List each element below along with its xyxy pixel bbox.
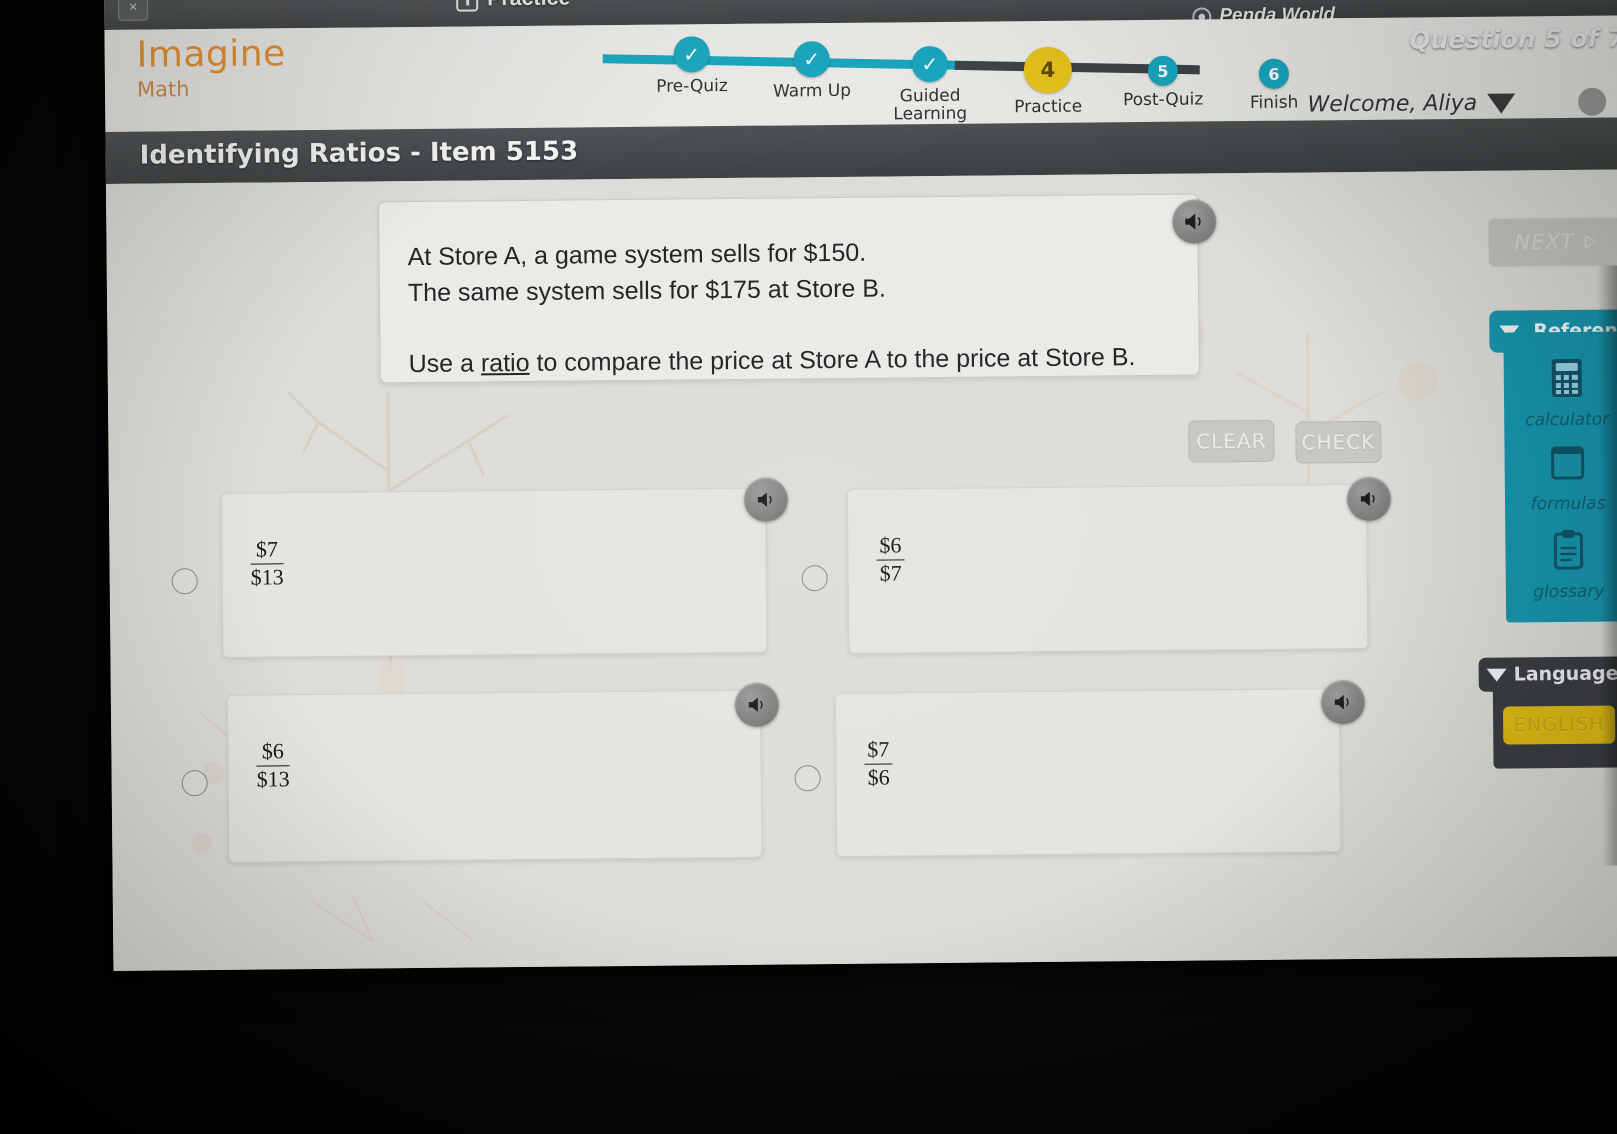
reference-tool-formulas[interactable]: f(x) formulas xyxy=(1530,444,1606,515)
progress-step-pre-quiz[interactable]: ✓ Pre-Quiz xyxy=(637,36,748,97)
reference-panel: calculator f(x) formulas glossary xyxy=(1503,331,1617,623)
activity-content: At Store A, a game system sells for $150… xyxy=(105,169,1617,971)
progress-node-1: ✓ xyxy=(673,36,710,73)
account-menu[interactable]: Welcome, Aliya xyxy=(1307,90,1516,118)
formulas-icon: f(x) xyxy=(1551,446,1585,480)
app-screen: × Practice Penda World Imagine Math ✓ xyxy=(104,0,1617,971)
option-fraction-3: $6 $13 xyxy=(256,738,290,792)
play-arrow-icon xyxy=(1584,234,1597,250)
progress-step-post-quiz[interactable]: 5 Post-Quiz xyxy=(1108,55,1219,110)
option-radio-1[interactable] xyxy=(171,568,198,595)
option-radio-3[interactable] xyxy=(181,770,208,797)
page-title: Identifying Ratios - Item 5153 xyxy=(139,136,579,171)
option-denominator-4: $6 xyxy=(867,764,890,790)
activity-type-title: Practice xyxy=(456,0,571,12)
welcome-label: Welcome, Aliya xyxy=(1307,90,1478,118)
option-numerator-3: $6 xyxy=(256,738,290,767)
check-button[interactable]: CHECK xyxy=(1295,420,1382,464)
option-card-1[interactable]: $7 $13 xyxy=(220,487,768,658)
speaker-icon-prompt[interactable] xyxy=(1172,199,1217,244)
option-numerator-4: $7 xyxy=(864,736,893,765)
next-label: NEXT xyxy=(1514,229,1575,255)
question-line-3: Use a ratio to compare the price at Stor… xyxy=(408,340,1164,383)
language-panel-tab[interactable]: Language i xyxy=(1478,656,1617,692)
progress-label-4: Practice xyxy=(1014,96,1083,118)
progress-label-3: Guided Learning xyxy=(893,85,968,125)
progress-node-5: 5 xyxy=(1147,55,1179,86)
svg-text:f(x): f(x) xyxy=(1559,459,1576,473)
close-icon[interactable]: × xyxy=(118,0,149,21)
chevron-down-icon xyxy=(1487,92,1516,114)
option-denominator-1: $13 xyxy=(250,563,284,590)
option-denominator-3: $13 xyxy=(256,765,290,792)
brand-logo: Imagine Math xyxy=(136,33,286,102)
progress-label-5: Post-Quiz xyxy=(1122,89,1204,111)
clear-button[interactable]: CLEAR xyxy=(1188,419,1275,463)
option-radio-2[interactable] xyxy=(801,565,828,592)
question-prompt-box: At Store A, a game system sells for $150… xyxy=(378,193,1200,384)
speaker-icon-option-3[interactable] xyxy=(734,682,780,727)
progress-node-3: ✓ xyxy=(911,45,948,83)
progress-step-guided-learning[interactable]: ✓ Guided Learning xyxy=(875,45,986,125)
chevron-down-icon-language xyxy=(1486,668,1507,682)
progress-node-2: ✓ xyxy=(793,41,830,78)
option-fraction-4: $7 $6 xyxy=(864,736,893,790)
speaker-icon-option-1[interactable] xyxy=(743,477,789,522)
brand-name-line2: Math xyxy=(136,77,190,102)
reference-tool-glossary[interactable]: glossary xyxy=(1533,528,1605,603)
progress-step-warm-up[interactable]: ✓ Warm Up xyxy=(757,41,868,102)
language-label: Language xyxy=(1513,662,1617,686)
progress-node-6: 6 xyxy=(1258,58,1290,89)
reference-tool-calculator[interactable]: calculator xyxy=(1525,354,1610,431)
option-card-3[interactable]: $6 $13 xyxy=(226,689,763,863)
reference-tool-label-calculator: calculator xyxy=(1525,409,1610,431)
progress-node-4: 4 xyxy=(1023,46,1073,94)
reference-tool-label-glossary: glossary xyxy=(1533,581,1605,603)
progress-label-1: Pre-Quiz xyxy=(656,76,728,97)
option-card-2[interactable]: $6 $7 xyxy=(846,483,1369,654)
option-card-4[interactable]: $7 $6 xyxy=(834,688,1342,858)
reference-tool-label-formulas: formulas xyxy=(1530,493,1606,515)
question-counter: Question 5 of 7 xyxy=(1409,23,1617,55)
option-numerator-1: $7 xyxy=(250,536,284,565)
progress-label-2: Warm Up xyxy=(772,80,852,102)
question-line-2: The same system sells for $175 at Store … xyxy=(407,274,887,307)
option-denominator-2: $7 xyxy=(879,559,902,586)
progress-step-practice[interactable]: 4 Practice xyxy=(993,46,1104,117)
question-line-3-after: to compare the price at Store A to the p… xyxy=(529,343,1136,377)
option-numerator-2: $6 xyxy=(876,532,905,561)
photograph-of-tablet-screen: × Practice Penda World Imagine Math ✓ xyxy=(0,0,1617,1134)
glossary-term-ratio[interactable]: ratio xyxy=(481,349,530,377)
speaker-icon-option-2[interactable] xyxy=(1346,476,1392,522)
next-button[interactable]: NEXT xyxy=(1488,217,1617,267)
option-radio-4[interactable] xyxy=(794,765,821,792)
question-line-3-before: Use a xyxy=(408,349,482,379)
activity-type-label: Practice xyxy=(487,0,571,11)
glossary-icon xyxy=(1553,529,1584,570)
speaker-icon-option-4[interactable] xyxy=(1320,679,1366,725)
option-fraction-2: $6 $7 xyxy=(876,532,905,586)
calculator-icon xyxy=(1551,358,1582,398)
language-current-button[interactable]: ENGLISH xyxy=(1502,705,1616,745)
option-fraction-1: $7 $13 xyxy=(250,536,284,590)
pause-icon xyxy=(456,0,479,12)
progress-tracker: ✓ Pre-Quiz ✓ Warm Up ✓ Guided Learning 4… xyxy=(574,26,1305,128)
brand-name-line1: Imagine xyxy=(136,33,286,76)
brand-header: Imagine Math ✓ Pre-Quiz ✓ Warm Up ✓ Guid… xyxy=(104,15,1617,162)
